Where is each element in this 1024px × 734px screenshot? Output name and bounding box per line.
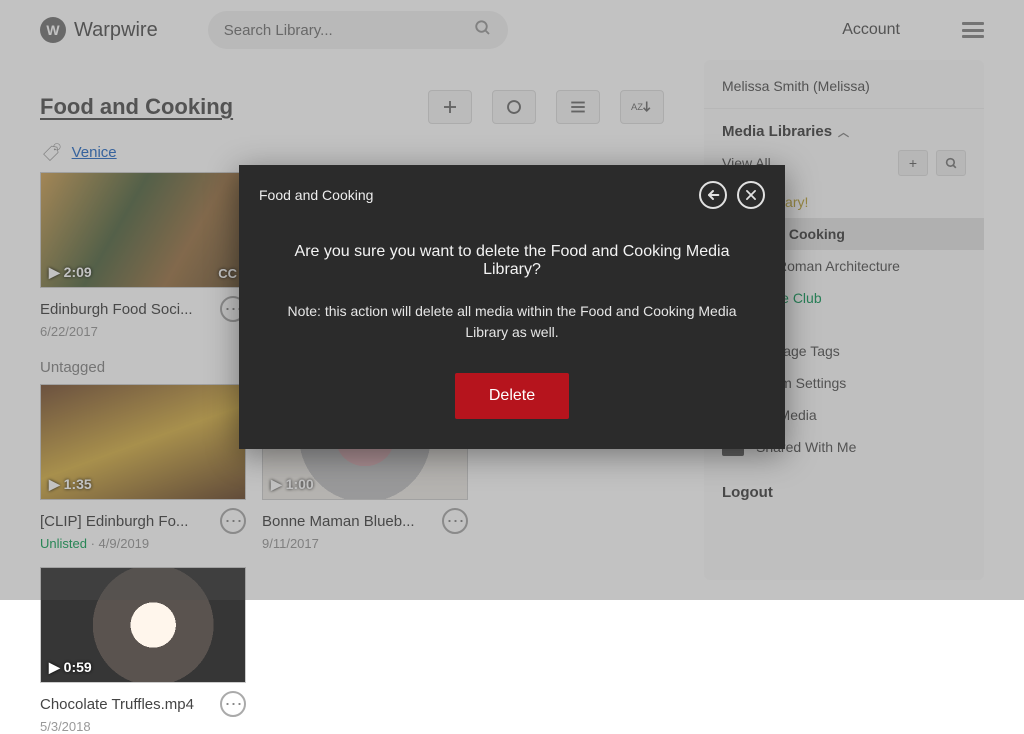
media-date: 5/3/2018 [40, 719, 246, 734]
modal-question: Are you sure you want to delete the Food… [281, 243, 743, 279]
media-title: Chocolate Truffles.mp4 [40, 696, 220, 713]
modal-title: Food and Cooking [259, 187, 373, 203]
delete-button[interactable]: Delete [455, 373, 569, 419]
close-icon[interactable] [737, 181, 765, 209]
modal-note: Note: this action will delete all media … [281, 301, 743, 343]
media-more-icon[interactable]: ⋯ [220, 691, 246, 717]
duration-badge: ▶ 0:59 [49, 659, 92, 676]
delete-modal: Food and Cooking Are you sure you want t… [239, 165, 785, 449]
modal-overlay: Food and Cooking Are you sure you want t… [0, 0, 1024, 600]
back-icon[interactable] [699, 181, 727, 209]
